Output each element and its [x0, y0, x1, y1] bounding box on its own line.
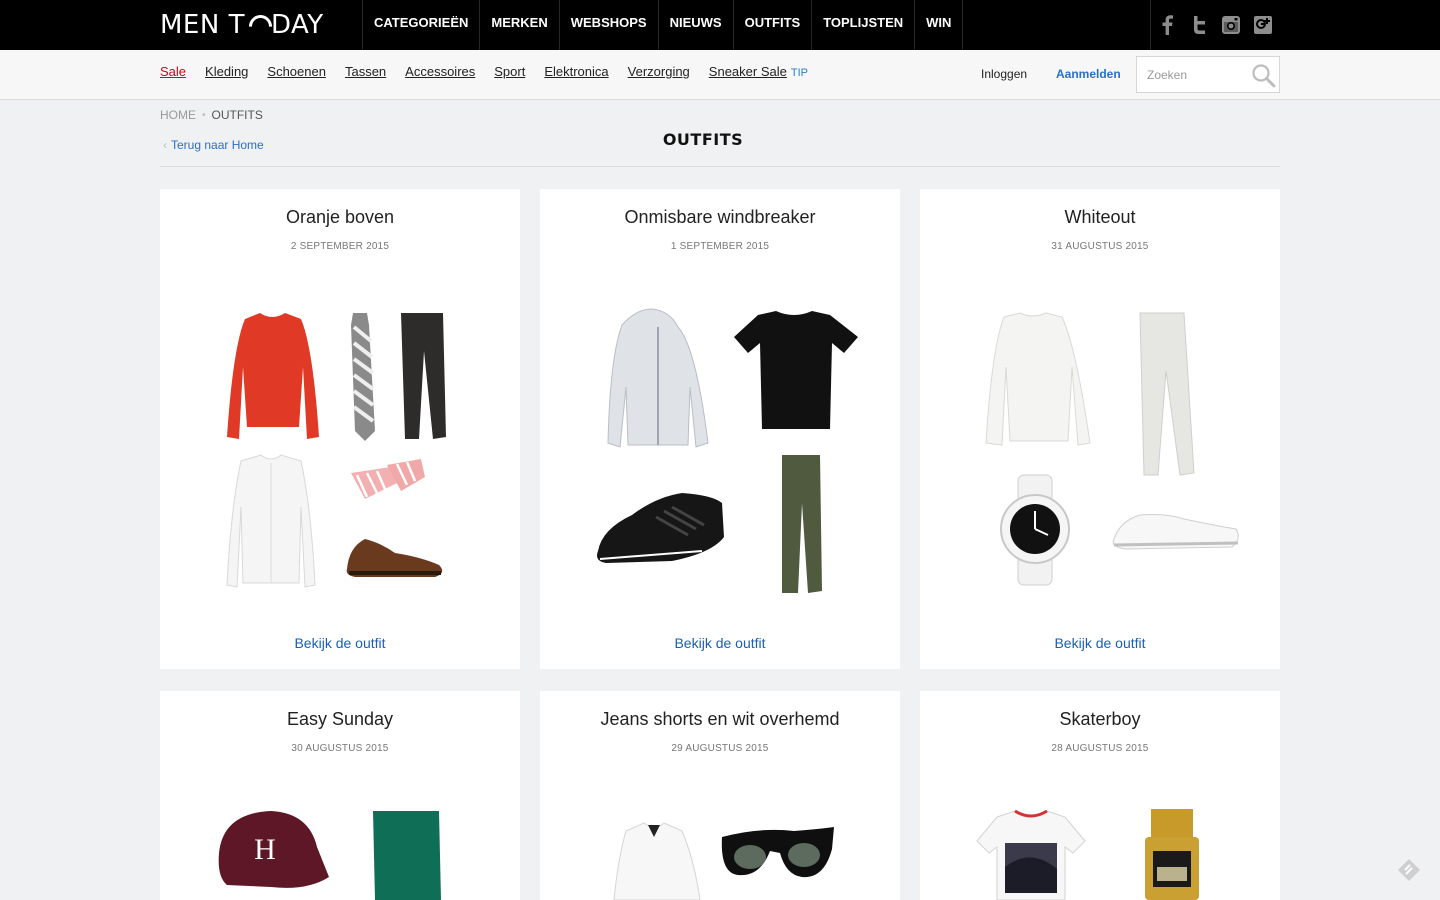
outfit-collage-image[interactable] [215, 307, 465, 597]
register-link[interactable]: Aanmelden [1056, 67, 1121, 81]
svg-text:H: H [254, 833, 276, 866]
logo-text-part2: DAY [270, 10, 324, 40]
page-title: OUTFITS [662, 130, 744, 149]
social-links [1150, 0, 1279, 50]
facebook-icon[interactable] [1151, 0, 1183, 50]
breadcrumb-home[interactable]: HOME [160, 108, 196, 122]
outfit-card-oranje-boven[interactable]: Oranje boven 2 SEPTEMBER 2015 Bekijk de … [160, 189, 520, 669]
view-outfit-link[interactable]: Bekijk de outfit [540, 635, 900, 651]
breadcrumb: HOME • OUTFITS [160, 108, 263, 122]
outfit-card-jeans-shorts-en-wit-overhemd[interactable]: Jeans shorts en wit overhemd 29 AUGUSTUS… [540, 691, 900, 900]
subnav-link-sneaker-sale[interactable]: Sneaker Sale [709, 64, 787, 79]
subnav-link-sale[interactable]: Sale [160, 64, 186, 79]
outfit-title: Skaterboy [1059, 709, 1141, 729]
subnav-link-schoenen[interactable]: Schoenen [267, 64, 326, 79]
outfit-collage-image[interactable]: H [215, 807, 455, 900]
top-bar: MEN T DAY CATEGORIEËN MERKEN WEBSHOPS NIE… [0, 0, 1440, 50]
subnav-link-sport[interactable]: Sport [494, 64, 525, 79]
outfit-card-onmisbare-windbreaker[interactable]: Onmisbare windbreaker 1 SEPTEMBER 2015 B… [540, 189, 900, 669]
back-link[interactable]: ‹ Terug naar Home [163, 138, 264, 152]
main-nav-win[interactable]: WIN [915, 0, 964, 50]
search-icon[interactable] [1251, 63, 1277, 89]
outfit-title: Onmisbare windbreaker [624, 207, 816, 227]
subnav-link-elektronica[interactable]: Elektronica [544, 64, 608, 79]
breadcrumb-current: OUTFITS [211, 108, 263, 122]
subnav-link-accessoires[interactable]: Accessoires [405, 64, 475, 79]
outfit-card-easy-sunday[interactable]: Easy Sunday 30 AUGUSTUS 2015 H [160, 691, 520, 900]
login-link[interactable]: Inloggen [981, 67, 1027, 81]
main-nav-nieuws[interactable]: NIEUWS [659, 0, 734, 50]
outfit-title: Jeans shorts en wit overhemd [600, 709, 840, 729]
main-nav-toplijsten[interactable]: TOPLIJSTEN [812, 0, 916, 50]
feedback-icon[interactable] [1397, 858, 1421, 882]
outfit-collage-image[interactable] [610, 819, 840, 900]
main-nav: CATEGORIEËN MERKEN WEBSHOPS NIEUWS OUTFI… [362, 0, 964, 50]
twitter-icon[interactable] [1183, 0, 1215, 50]
category-links: Sale Kleding Schoenen Tassen Accessoires… [160, 64, 808, 79]
outfit-collage-image[interactable] [592, 307, 862, 597]
main-nav-categorieen[interactable]: CATEGORIEËN [363, 0, 481, 50]
google-plus-icon[interactable] [1247, 0, 1279, 50]
search-box [1136, 56, 1280, 93]
outfit-title: Whiteout [1064, 207, 1136, 227]
breadcrumb-separator: • [202, 109, 206, 121]
subnav-link-verzorging[interactable]: Verzorging [628, 64, 690, 79]
outfit-title: Oranje boven [285, 207, 395, 227]
logo-o-mark [246, 13, 270, 37]
tip-badge: TIP [790, 67, 808, 79]
main-nav-webshops[interactable]: WEBSHOPS [560, 0, 659, 50]
outfit-collage-image[interactable] [975, 807, 1215, 900]
subnav-sneaker-sale: Sneaker Sale TIP [709, 64, 808, 79]
logo[interactable]: MEN T DAY [160, 9, 324, 41]
divider [160, 166, 1280, 167]
outfit-collage-image[interactable] [980, 307, 1242, 597]
view-outfit-link[interactable]: Bekijk de outfit [160, 635, 520, 651]
outfit-card-skaterboy[interactable]: Skaterboy 28 AUGUSTUS 2015 [920, 691, 1280, 900]
main-nav-outfits[interactable]: OUTFITS [734, 0, 813, 50]
outfit-date: 1 SEPTEMBER 2015 [670, 241, 770, 252]
outfit-date: 30 AUGUSTUS 2015 [291, 743, 389, 754]
search-input[interactable] [1137, 57, 1247, 92]
outfit-date: 31 AUGUSTUS 2015 [1051, 241, 1149, 252]
subnav-link-kleding[interactable]: Kleding [205, 64, 248, 79]
outfit-date: 2 SEPTEMBER 2015 [290, 241, 390, 252]
main-nav-merken[interactable]: MERKEN [480, 0, 560, 50]
logo-text-part1: MEN T [160, 10, 245, 40]
view-outfit-link[interactable]: Bekijk de outfit [920, 635, 1280, 651]
outfit-date: 28 AUGUSTUS 2015 [1051, 743, 1149, 754]
outfit-card-whiteout[interactable]: Whiteout 31 AUGUSTUS 2015 Bekijk de outf… [920, 189, 1280, 669]
outfit-date: 29 AUGUSTUS 2015 [671, 743, 769, 754]
instagram-icon[interactable] [1215, 0, 1247, 50]
outfit-title: Easy Sunday [286, 709, 394, 729]
chevron-left-icon: ‹ [163, 138, 167, 152]
subnav-link-tassen[interactable]: Tassen [345, 64, 386, 79]
back-link-label: Terug naar Home [171, 138, 264, 152]
